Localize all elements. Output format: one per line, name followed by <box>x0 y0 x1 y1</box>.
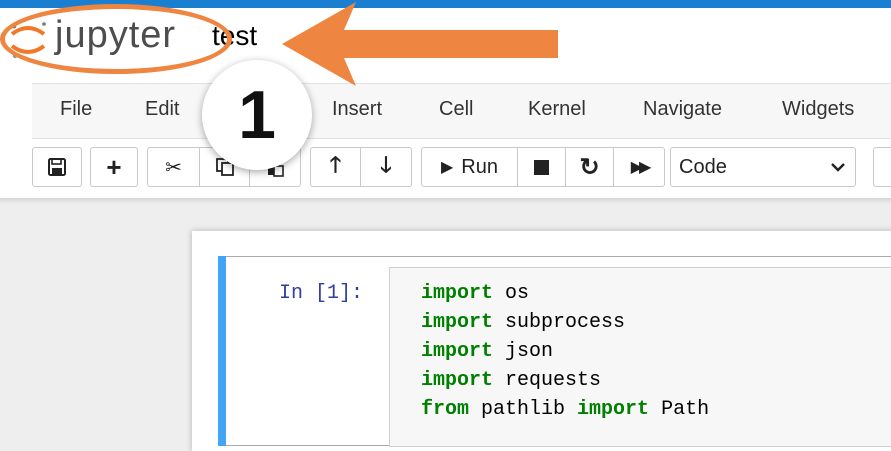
step-number-badge: 1 <box>202 60 312 170</box>
annotation-arrow-icon <box>282 2 558 86</box>
